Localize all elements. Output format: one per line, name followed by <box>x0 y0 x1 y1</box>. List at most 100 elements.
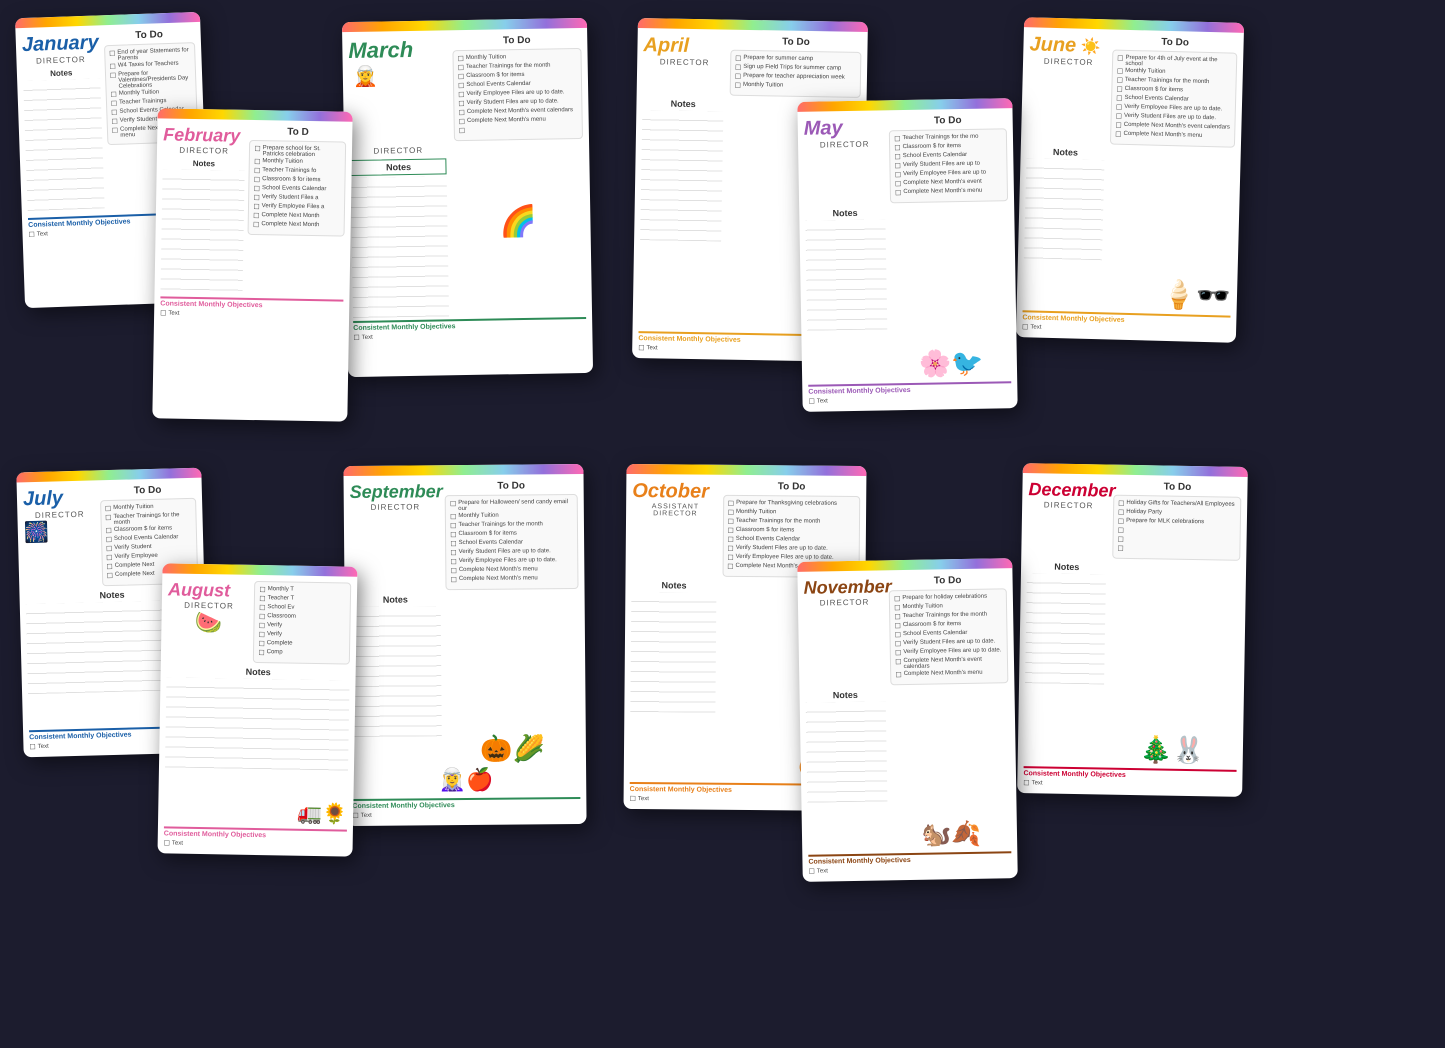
todo-title-sep: To Do <box>445 480 578 492</box>
month-title-sep: September <box>350 481 443 502</box>
notes-heading-jun: Notes <box>1027 146 1105 158</box>
flower-icon-may: 🌸🐦 <box>919 348 984 380</box>
sun-icon-jun: ☀️ <box>1080 39 1100 57</box>
todo-item: Verify Employee Files a <box>253 203 340 213</box>
mar-spacer <box>450 143 584 205</box>
notes-heading-feb: Notes <box>163 158 245 168</box>
objectives-section-nov: Consistent Monthly Objectives Text <box>808 851 1011 876</box>
objectives-item-feb: Text <box>160 309 343 320</box>
todo-item: Complete Next Month's menu <box>895 669 1003 679</box>
todo-item: Prepare for Valentines/Presidents Day Ce… <box>110 69 192 90</box>
card-november: November DIRECTOR To Do Prepare for holi… <box>797 558 1018 882</box>
notes-lines-oct <box>630 592 716 713</box>
director-label-mar: DIRECTOR <box>350 145 446 156</box>
objectives-section-dec: Consistent Monthly Objectives Text <box>1023 766 1236 791</box>
objectives-section-sep: Consistent Monthly Objectives Text <box>352 797 580 820</box>
todo-title-feb: To D <box>250 126 347 139</box>
popsicle-icon-jun: 🍦🕶️ <box>1161 278 1232 313</box>
todo-section-mar: Monthly Tuition Teacher Trainings for th… <box>452 48 583 141</box>
notes-lines-mar <box>351 176 450 318</box>
todo-item: Classroom $ for items <box>728 527 855 536</box>
todo-item: Verify Employee Files are up to date. <box>450 557 573 566</box>
todo-item: School Ev <box>259 604 346 614</box>
month-title-dec: December <box>1028 479 1115 501</box>
notes-lines-dec <box>1025 573 1106 684</box>
month-title-may: May <box>804 117 843 140</box>
notes-lines-apr <box>640 110 724 241</box>
todo-item: Verify Student Files are up to date. <box>450 548 573 557</box>
truck-icon-aug: 🚛🌻 <box>164 798 347 826</box>
notes-lines-feb <box>161 169 245 290</box>
month-title-apr: April <box>643 34 689 57</box>
director-label-nov: DIRECTOR <box>804 597 885 607</box>
notes-lines-nov <box>806 701 887 802</box>
todo-item: Prepare school for St. Patricks celebrat… <box>254 145 341 159</box>
objectives-section-aug: Consistent Monthly Objectives Text <box>164 826 347 850</box>
objectives-item-mar: Text <box>353 330 586 342</box>
todo-item: Teacher Trainings for the month <box>105 512 192 526</box>
gnome-icon-mar: 🧝 <box>353 66 378 88</box>
objectives-item-nov: Text <box>809 864 1012 876</box>
director-label-feb: DIRECTOR <box>163 145 245 155</box>
notes-lines-may <box>805 219 887 330</box>
todo-item: Classroom $ for items <box>254 176 341 186</box>
todo-title-jun: To Do <box>1113 36 1238 50</box>
notes-heading-may: Notes <box>805 207 885 218</box>
todo-item: Classroom <box>259 613 346 623</box>
page-background: January DIRECTOR Notes To Do End of year… <box>0 0 1445 1048</box>
todo-title-may: To Do <box>889 114 1007 127</box>
todo-title-mar: To Do <box>452 34 581 47</box>
todo-title-jan: To Do <box>103 28 194 42</box>
todo-item: Monthly T <box>259 586 346 596</box>
harvest-icon-sep: 🎃🌽 <box>480 733 545 765</box>
todo-section-feb: Prepare school for St. Patricks celebrat… <box>248 140 346 237</box>
card-march: March 🧝 To Do Monthly Tuition Teacher Tr… <box>342 18 593 377</box>
todo-item: Complete Next Month's menu <box>895 187 1003 197</box>
notes-heading-sep: Notes <box>351 594 441 605</box>
todo-item: Teacher Trainings for the month <box>450 521 573 530</box>
todo-item: Classroom $ for items <box>450 530 573 539</box>
objectives-section-mar: Consistent Monthly Objectives Text <box>353 317 586 342</box>
todo-item: Verify <box>259 631 346 641</box>
objectives-title-sep: Consistent Monthly Objectives <box>352 801 580 810</box>
todo-item: Prepare for Halloween/ send candy email … <box>450 499 573 512</box>
notes-heading-apr: Notes <box>642 98 723 109</box>
card-may: May DIRECTOR To Do Teacher Trainings for… <box>797 98 1017 412</box>
squirrel-icon-nov: 🐿️🍂 <box>921 820 981 850</box>
todo-item: Teacher Trainings fo <box>254 167 341 177</box>
todo-item: Complete Next Month's menu <box>1115 131 1230 142</box>
notes-lines-jan <box>23 78 104 211</box>
director-label-oct: ASSISTANT DIRECTOR <box>632 503 719 518</box>
director-label-jan: DIRECTOR <box>22 54 99 66</box>
objectives-item-sep: Text <box>352 810 580 820</box>
director-label-sep: DIRECTOR <box>350 502 441 512</box>
todo-item: Verify Student Files are up to date. <box>727 545 854 554</box>
card-august: August DIRECTOR 🍉 Monthly T Teacher T Sc… <box>157 563 357 856</box>
todo-item: Complete Next Month <box>253 212 340 222</box>
notes-heading-jan: Notes <box>23 67 100 79</box>
fireworks-icon-jul: 🎆 <box>24 518 97 545</box>
todo-section-nov: Prepare for holiday celebrations Monthly… <box>889 588 1008 685</box>
todo-section-may: Teacher Trainings for the mo Classroom $… <box>889 128 1008 203</box>
todo-item: Monthly Tuition <box>450 512 573 521</box>
todo-section-dec: Holiday Gifts for Teachers/All Employees… <box>1112 495 1241 561</box>
todo-item: Monthly Tuition <box>728 509 855 518</box>
notes-heading-nov: Notes <box>805 689 885 700</box>
notes-lines-sep <box>351 606 442 737</box>
objectives-item-aug: Text <box>164 839 347 850</box>
todo-item: School Events Calendar <box>727 536 854 545</box>
objectives-section-feb: Consistent Monthly Objectives Text <box>160 296 343 320</box>
month-title-jun: June <box>1029 33 1076 56</box>
todo-item: School Events Calendar <box>450 539 573 548</box>
todo-title-dec: To Do <box>1113 481 1241 494</box>
todo-title-oct: To Do <box>723 481 860 493</box>
notes-heading-oct: Notes <box>631 580 716 591</box>
todo-section-sep: Prepare for Halloween/ send candy email … <box>445 494 579 590</box>
month-title-aug: August <box>168 579 230 600</box>
notes-heading-dec: Notes <box>1027 561 1107 572</box>
director-label-dec: DIRECTOR <box>1028 500 1109 510</box>
month-title-jul: July <box>23 487 64 510</box>
objectives-section-may: Consistent Monthly Objectives Text <box>808 381 1011 406</box>
todo-section-apr: Prepare for summer camp Sign up Field Tr… <box>729 50 861 98</box>
todo-title-jul: To Do <box>99 484 196 498</box>
